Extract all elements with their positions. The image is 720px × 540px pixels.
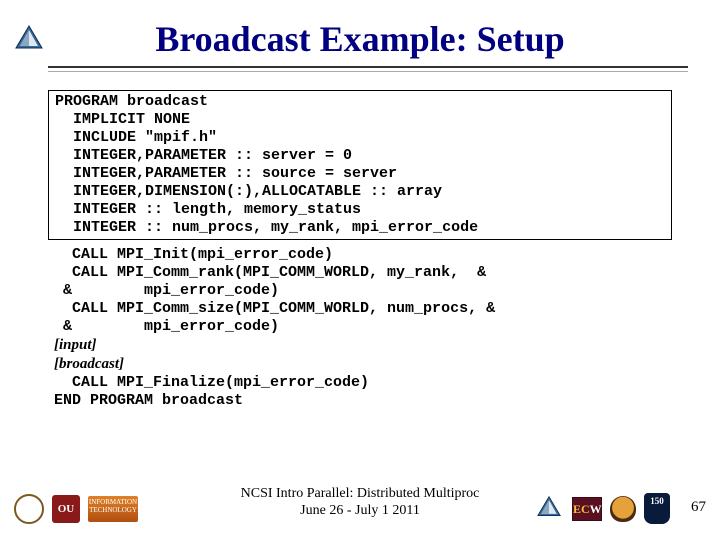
footer-logos-right: ECW 150: [536, 493, 670, 524]
code-line: INTEGER :: length, memory_status: [55, 201, 665, 219]
page-number: 67: [691, 499, 706, 516]
shield-150-logo-icon: 150: [644, 493, 670, 524]
code-line: CALL MPI_Comm_size(MPI_COMM_WORLD, num_p…: [54, 300, 664, 318]
tiger-logo-icon: [610, 496, 636, 522]
code-line: PROGRAM broadcast: [55, 93, 665, 111]
footer-line-2: June 26 - July 1 2011: [300, 503, 420, 518]
title-underline: [48, 66, 688, 72]
code-block-declarations: PROGRAM broadcast IMPLICIT NONE INCLUDE …: [48, 90, 672, 240]
code-placeholder-input: [input]: [54, 336, 664, 355]
code-line: CALL MPI_Finalize(mpi_error_code): [54, 374, 664, 392]
slide: Broadcast Example: Setup PROGRAM broadca…: [0, 0, 720, 540]
code-line: CALL MPI_Comm_rank(MPI_COMM_WORLD, my_ra…: [54, 264, 664, 282]
footer: OU INFORMATION TECHNOLOGY NCSI Intro Par…: [0, 474, 720, 534]
footer-line-1: NCSI Intro Parallel: Distributed Multipr…: [241, 486, 480, 501]
triangle-logo-icon: [536, 495, 564, 523]
code-line: INTEGER :: num_procs, my_rank, mpi_error…: [55, 219, 665, 237]
code-placeholder-broadcast: [broadcast]: [54, 355, 664, 374]
slide-title: Broadcast Example: Setup: [0, 18, 720, 60]
code-line: IMPLICIT NONE: [55, 111, 665, 129]
code-line: INTEGER,PARAMETER :: source = server: [55, 165, 665, 183]
code-line: INCLUDE "mpif.h": [55, 129, 665, 147]
ec-logo-icon: ECW: [572, 497, 602, 521]
code-line: & mpi_error_code): [54, 282, 664, 300]
code-line: INTEGER,DIMENSION(:),ALLOCATABLE :: arra…: [55, 183, 665, 201]
code-block-body: CALL MPI_Init(mpi_error_code) CALL MPI_C…: [48, 240, 670, 412]
code-line: END PROGRAM broadcast: [54, 392, 664, 410]
code-line: & mpi_error_code): [54, 318, 664, 336]
code-line: CALL MPI_Init(mpi_error_code): [54, 246, 664, 264]
code-line: INTEGER,PARAMETER :: server = 0: [55, 147, 665, 165]
